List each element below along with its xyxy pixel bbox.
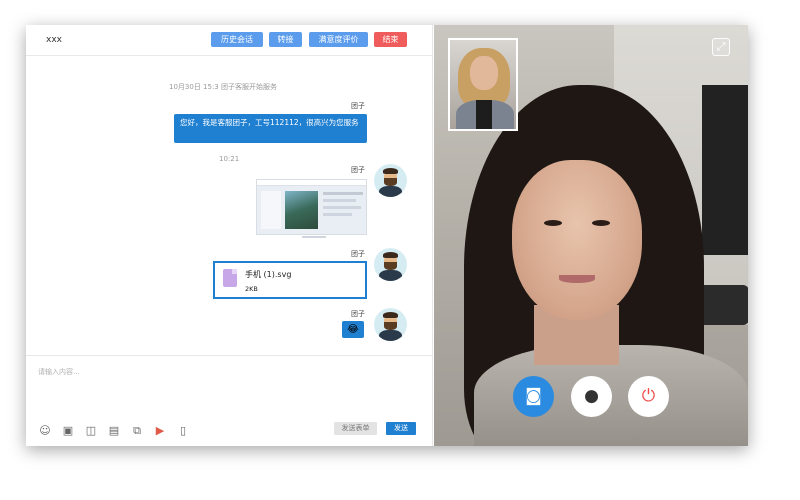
chat-header: xxx 历史会话 转接 满意度评价 结束 [26, 25, 433, 56]
avatar-beard [384, 322, 397, 330]
remote-person-face [512, 160, 642, 320]
camera-icon[interactable]: ◙ [513, 376, 554, 417]
avatar [374, 164, 407, 197]
file-size: 2KB [245, 285, 258, 293]
image-message[interactable] [256, 179, 367, 235]
remote-person-mouth [559, 275, 595, 283]
message-bubble: 您好，我是客服团子，工号112112，很高兴为您服务 [174, 114, 367, 143]
microphone-icon[interactable]: ● [571, 376, 612, 417]
video-call-icon[interactable]: ▶ [154, 425, 166, 437]
emoji-message: 😂 [342, 321, 364, 338]
image-topbar [257, 180, 366, 186]
rating-button[interactable]: 满意度评价 [309, 32, 368, 47]
expand-icon[interactable]: ⤢ [712, 38, 730, 56]
background-monitor [702, 85, 748, 255]
emoji-icon[interactable]: ☺ [39, 425, 51, 437]
image-caption [302, 236, 326, 238]
self-view-shirt [476, 100, 492, 129]
sender-name: 团子 [351, 310, 365, 318]
avatar-body [379, 330, 402, 341]
avatar [374, 248, 407, 281]
file-icon[interactable]: ▯ [177, 425, 189, 437]
self-view-face [470, 56, 498, 90]
image-text-line [323, 206, 361, 209]
remote-person-eye [544, 220, 562, 226]
file-icon [223, 269, 237, 287]
chat-panel: xxx 历史会话 转接 满意度评价 结束 10月30日 15:3 团子客服开始服… [26, 25, 433, 446]
sender-name: 团子 [351, 102, 365, 110]
self-view-video[interactable] [448, 38, 518, 131]
avatar-body [379, 186, 402, 197]
history-button[interactable]: 历史会话 [211, 32, 263, 47]
image-icon[interactable]: ▣ [62, 425, 74, 437]
avatar-beard [384, 262, 397, 270]
video-panel: ⤢ ◙ ● ⏻ [434, 25, 748, 446]
app-window: xxx 历史会话 转接 满意度评价 结束 10月30日 15:3 团子客服开始服… [26, 25, 748, 446]
system-message: 10月30日 15:3 团子客服开始服务 [169, 83, 277, 91]
chat-title: xxx [46, 35, 62, 45]
sender-name: 团子 [351, 166, 365, 174]
avatar-hair [383, 252, 398, 258]
file-name: 手机 (1).svg [245, 270, 292, 279]
document-icon[interactable]: ▤ [108, 425, 120, 437]
timestamp: 10:21 [219, 155, 240, 163]
end-button[interactable]: 结束 [374, 32, 407, 47]
avatar-hair [383, 312, 398, 318]
sender-name: 团子 [351, 250, 365, 258]
transfer-button[interactable]: 转接 [269, 32, 302, 47]
message-input[interactable]: 请输入内容... [38, 367, 80, 377]
image-text-line [323, 199, 356, 202]
image-sidebar [261, 191, 281, 229]
power-icon[interactable]: ⏻ [628, 376, 669, 417]
avatar-hair [383, 168, 398, 174]
copy-icon[interactable]: ⧉ [131, 425, 143, 437]
avatar-body [379, 270, 402, 281]
image-text-line [323, 213, 352, 216]
message-input-area[interactable]: 请输入内容... ☺ ▣ ◫ ▤ ⧉ ▶ ▯ 发送表单 发送 [26, 355, 433, 446]
avatar [374, 308, 407, 341]
briefcase-icon[interactable]: ◫ [85, 425, 97, 437]
avatar-beard [384, 178, 397, 186]
send-button[interactable]: 发送 [386, 422, 416, 435]
remote-person-eye [592, 220, 610, 226]
image-text-line [323, 192, 363, 195]
image-photo [285, 191, 318, 229]
file-message[interactable]: 手机 (1).svg 2KB [213, 261, 367, 299]
send-form-button[interactable]: 发送表单 [334, 422, 377, 435]
